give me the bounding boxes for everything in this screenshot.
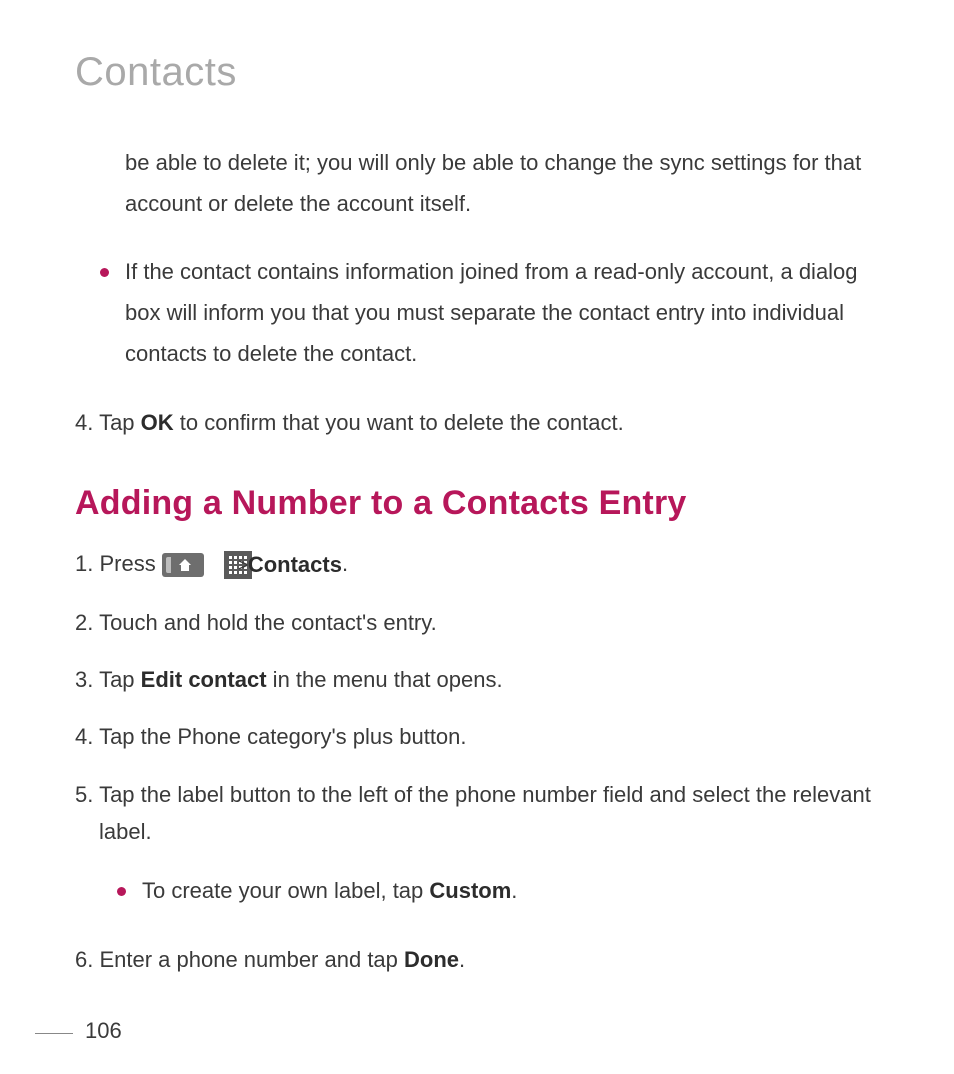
add-step-6: 6. Enter a phone number and tap Done. <box>75 941 879 978</box>
nested-bullet-item: To create your own label, tap Custom. <box>117 871 879 912</box>
delete-step-4: 4. Tap OK to confirm that you want to de… <box>75 404 879 441</box>
footer-rule-icon <box>35 1033 73 1034</box>
s3-edit-contact: Edit contact <box>141 667 267 692</box>
s6-prefix: 6. Enter a phone number and tap <box>75 947 404 972</box>
add-step-5: 5. Tap the label button to the left of t… <box>75 776 879 851</box>
step4-prefix: 4. Tap <box>75 410 141 435</box>
bullet-dot-icon <box>100 268 109 277</box>
add-step-1: 1. Press > > Contacts. <box>75 545 879 584</box>
add-step-3: 3. Tap Edit contact in the menu that ope… <box>75 661 879 698</box>
page-number: 106 <box>85 1018 122 1044</box>
add-step-4: 4. Tap the Phone category's plus button. <box>75 718 879 755</box>
step4-suffix: to confirm that you want to delete the c… <box>174 410 624 435</box>
s1-contacts: Contacts <box>272 546 342 583</box>
s6-period: . <box>459 947 465 972</box>
s5-bullet-custom: Custom <box>429 878 511 903</box>
continuation-paragraph: be able to delete it; you will only be a… <box>125 143 879 224</box>
page-title: Contacts <box>75 50 879 95</box>
step4-ok: OK <box>141 410 174 435</box>
home-button-icon <box>162 553 204 577</box>
s5-bullet-prefix: To create your own label, tap <box>142 878 429 903</box>
s5-bullet-period: . <box>511 878 517 903</box>
page-footer: 106 <box>35 1018 122 1044</box>
section-heading: Adding a Number to a Contacts Entry <box>75 484 879 523</box>
s1-prefix: 1. Press <box>75 551 162 576</box>
s6-done: Done <box>404 947 459 972</box>
bullet-readonly-text: If the contact contains information join… <box>125 252 879 374</box>
s3-prefix: 3. Tap <box>75 667 141 692</box>
s3-suffix: in the menu that opens. <box>267 667 503 692</box>
add-step-2: 2. Touch and hold the contact's entry. <box>75 604 879 641</box>
bullet-item: If the contact contains information join… <box>100 252 879 374</box>
bullet-dot-icon <box>117 887 126 896</box>
s1-period: . <box>342 551 348 576</box>
s5-bullet: To create your own label, tap Custom. <box>142 871 517 912</box>
